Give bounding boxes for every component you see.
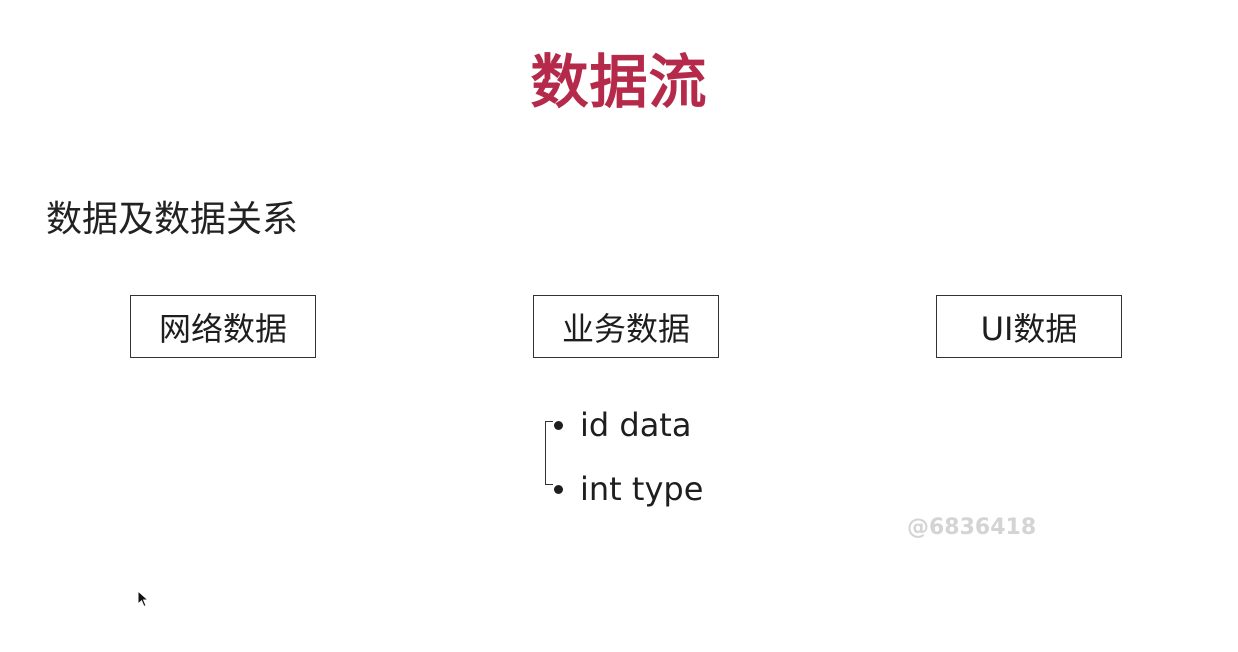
business-data-label: 业务数据 — [561, 309, 690, 348]
business-field: id data — [554, 405, 691, 445]
business-data-box: 业务数据 — [533, 295, 719, 358]
network-data-label: 网络数据 — [158, 309, 287, 348]
slide: 数据流 数据及数据关系 网络数据 业务数据 UI数据 id data int t… — [0, 0, 1238, 652]
network-data-box: 网络数据 — [130, 295, 316, 358]
business-field: int type — [554, 469, 703, 509]
ui-data-label: UI数据 — [980, 309, 1078, 348]
slide-title: 数据流 — [530, 48, 708, 116]
business-field-text: id data — [580, 406, 692, 444]
ui-data-box: UI数据 — [936, 295, 1122, 358]
mouse-pointer-icon — [137, 590, 150, 608]
bullet-icon — [554, 484, 563, 494]
bullet-icon — [554, 420, 563, 430]
watermark: @6836418 — [907, 515, 1037, 540]
business-field-text: int type — [580, 470, 704, 508]
fields-bracket — [545, 421, 553, 485]
slide-subtitle: 数据及数据关系 — [46, 199, 299, 240]
